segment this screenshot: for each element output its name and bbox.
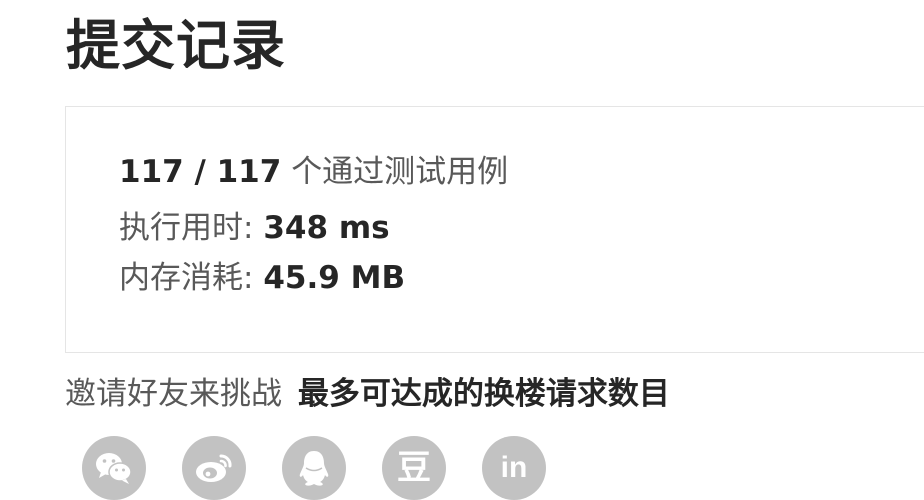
memory-label: 内存消耗: [119, 260, 254, 296]
memory-line: 内存消耗: 45.9 MB [119, 258, 405, 298]
runtime-label: 执行用时: [119, 210, 254, 246]
memory-value: 45.9 MB [263, 260, 406, 296]
qq-icon [297, 448, 331, 488]
share-douban-button[interactable]: 豆 [382, 436, 446, 500]
submission-result-card: 117 / 117 个通过测试用例 执行用时: 348 ms 内存消耗: 45.… [65, 106, 924, 353]
weibo-icon [194, 451, 234, 485]
problem-title: 最多可达成的换楼请求数目 [297, 376, 670, 412]
share-invite: 邀请好友来挑战 最多可达成的换楼请求数目 [65, 372, 670, 416]
wechat-icon [94, 450, 134, 486]
linkedin-icon: in [500, 451, 528, 484]
tests-passed-label: 个通过测试用例 [291, 154, 509, 190]
share-wechat-button[interactable] [82, 436, 146, 500]
douban-icon: 豆 [397, 448, 431, 488]
page-title: 提交记录 [66, 14, 286, 77]
tests-passed-count: 117 / 117 [119, 154, 282, 190]
share-weibo-button[interactable] [182, 436, 246, 500]
invite-text: 邀请好友来挑战 [65, 376, 282, 412]
runtime-value: 348 ms [263, 210, 390, 246]
share-linkedin-button[interactable]: in [482, 436, 546, 500]
share-qq-button[interactable] [282, 436, 346, 500]
tests-passed-line: 117 / 117 个通过测试用例 [119, 152, 508, 192]
runtime-line: 执行用时: 348 ms [119, 208, 390, 248]
